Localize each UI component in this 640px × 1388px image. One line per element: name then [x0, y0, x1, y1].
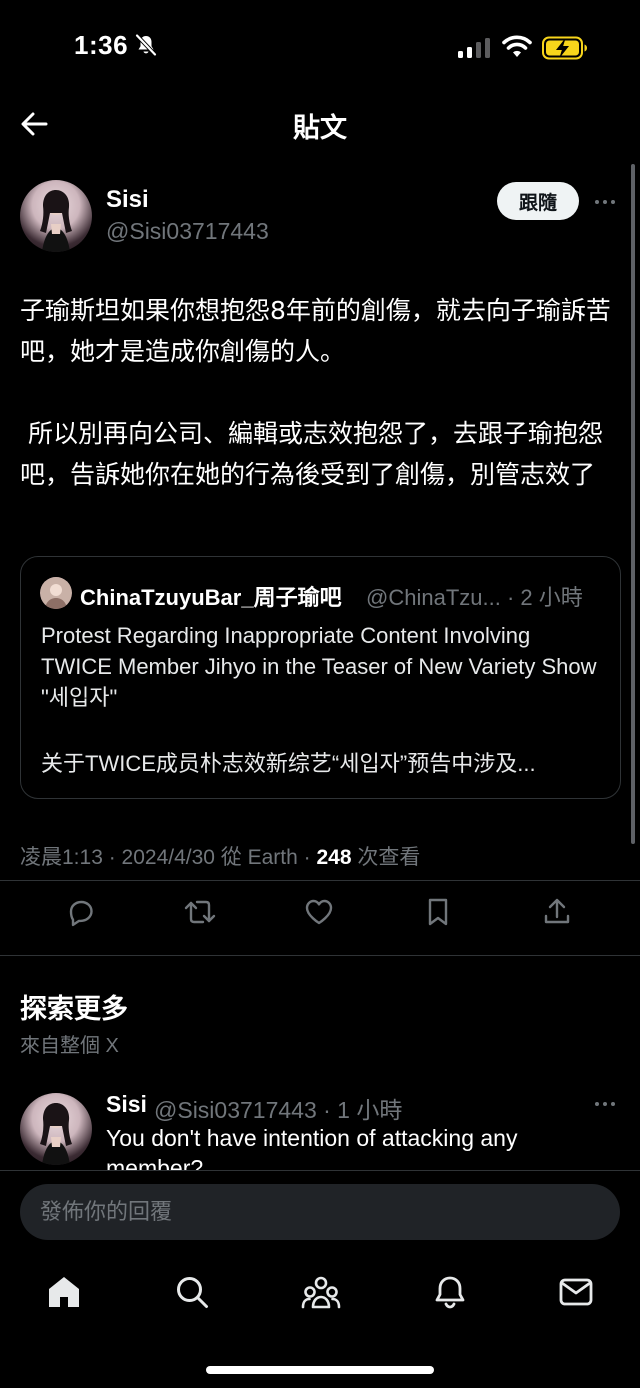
quote-avatar — [40, 577, 72, 609]
status-time: 1:36 — [74, 30, 129, 60]
battery-charging-icon — [542, 36, 587, 60]
signal-icon — [458, 38, 490, 58]
post-meta: @Sisi03717443 · 1 小時 — [154, 1097, 403, 1123]
divider — [0, 880, 640, 881]
nav-notifications[interactable] — [426, 1268, 474, 1316]
quote-text-secondary: 关于TWICE成员朴志效新综艺“세입자”预告中涉及... — [41, 751, 536, 776]
follow-button[interactable]: 跟隨 — [497, 182, 579, 220]
nav-home[interactable] — [40, 1268, 88, 1316]
quote-text: Protest Regarding Inappropriate Content … — [41, 623, 597, 710]
scrollbar[interactable] — [631, 164, 635, 844]
bookmark-button[interactable] — [418, 892, 458, 932]
views-count[interactable]: 248 — [316, 846, 351, 869]
quote-meta: @ChinaTzu... · 2 小時 — [366, 585, 583, 610]
nav-messages[interactable] — [552, 1268, 600, 1316]
wifi-icon — [502, 35, 532, 57]
messages-icon — [559, 1278, 593, 1306]
views-label: 次查看 — [351, 846, 421, 869]
like-button[interactable] — [299, 892, 339, 932]
search-icon — [177, 1277, 208, 1308]
page-title: 貼文 — [293, 113, 347, 143]
avatar[interactable] — [20, 1093, 92, 1165]
share-button[interactable] — [537, 892, 577, 932]
reply-icon — [69, 900, 93, 927]
home-indicator[interactable] — [206, 1366, 434, 1374]
notifications-icon — [435, 1276, 465, 1309]
nav-communities[interactable] — [297, 1268, 345, 1316]
post-timestamp: 凌晨1:13 · 2024/4/30 從 Earth · — [20, 846, 317, 869]
avatar[interactable] — [20, 180, 92, 252]
author-handle[interactable]: @Sisi03717443 — [106, 218, 269, 245]
home-icon — [49, 1277, 79, 1307]
more-options-icon[interactable] — [588, 1094, 622, 1114]
author-name[interactable]: Sisi — [106, 186, 149, 214]
bell-slash-icon — [135, 34, 157, 56]
retweet-button[interactable] — [180, 892, 220, 932]
post-text: 子瑜斯坦如果你想抱怨8年前的創傷，就去向子瑜訴苦吧，她才是造成你創傷的人。 所以… — [20, 296, 611, 489]
section-subtitle: 來自整個 X — [20, 1035, 119, 1057]
share-icon — [544, 898, 570, 924]
author-name[interactable]: Sisi — [106, 1091, 147, 1118]
heart-icon — [305, 899, 333, 925]
divider — [0, 1170, 640, 1171]
divider — [0, 955, 640, 956]
nav-search[interactable] — [168, 1268, 216, 1316]
post-meta: 凌晨1:13 · 2024/4/30 從 Earth · 248 次查看 — [20, 841, 420, 871]
quote-author-name: ChinaTzuyuBar_周子瑜吧 — [80, 585, 342, 610]
communities-icon — [301, 1276, 341, 1309]
section-title: 探索更多 — [20, 994, 128, 1024]
reply-button[interactable] — [61, 892, 101, 932]
bookmark-icon — [428, 898, 448, 926]
reply-input[interactable] — [20, 1184, 620, 1240]
more-options-icon[interactable] — [588, 192, 622, 212]
retweet-icon — [184, 900, 216, 924]
